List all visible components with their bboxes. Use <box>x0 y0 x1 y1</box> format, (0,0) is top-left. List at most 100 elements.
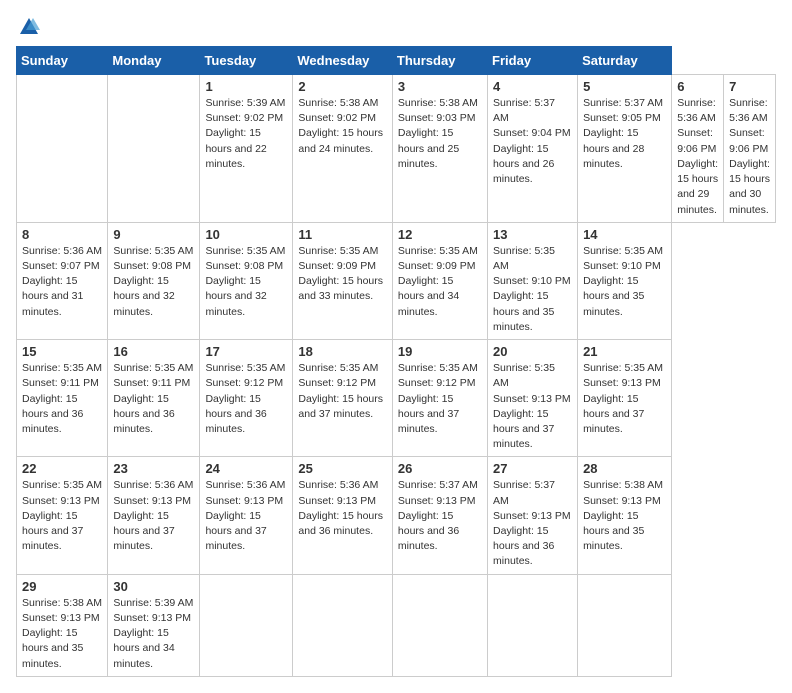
calendar-cell: 23 Sunrise: 5:36 AMSunset: 9:13 PMDaylig… <box>108 457 200 574</box>
day-number: 6 <box>677 79 718 94</box>
calendar-week-row: 8 Sunrise: 5:36 AMSunset: 9:07 PMDayligh… <box>17 222 776 339</box>
day-number: 12 <box>398 227 482 242</box>
day-info: Sunrise: 5:37 AMSunset: 9:13 PMDaylight:… <box>493 479 571 567</box>
header <box>16 16 776 38</box>
day-info: Sunrise: 5:35 AMSunset: 9:13 PMDaylight:… <box>493 362 571 450</box>
day-number: 30 <box>113 579 194 594</box>
day-info: Sunrise: 5:36 AMSunset: 9:13 PMDaylight:… <box>205 479 285 552</box>
day-number: 8 <box>22 227 102 242</box>
calendar-cell <box>488 574 578 676</box>
calendar-cell: 17 Sunrise: 5:35 AMSunset: 9:12 PMDaylig… <box>200 340 293 457</box>
calendar-table: SundayMondayTuesdayWednesdayThursdayFrid… <box>16 46 776 677</box>
calendar-cell: 16 Sunrise: 5:35 AMSunset: 9:11 PMDaylig… <box>108 340 200 457</box>
day-info: Sunrise: 5:38 AMSunset: 9:03 PMDaylight:… <box>398 97 478 170</box>
calendar-cell: 12 Sunrise: 5:35 AMSunset: 9:09 PMDaylig… <box>392 222 487 339</box>
calendar-header-row: SundayMondayTuesdayWednesdayThursdayFrid… <box>17 47 776 75</box>
day-info: Sunrise: 5:35 AMSunset: 9:10 PMDaylight:… <box>583 245 663 318</box>
calendar-cell: 20 Sunrise: 5:35 AMSunset: 9:13 PMDaylig… <box>488 340 578 457</box>
day-info: Sunrise: 5:35 AMSunset: 9:09 PMDaylight:… <box>398 245 478 318</box>
day-number: 24 <box>205 461 287 476</box>
weekday-header: Monday <box>108 47 200 75</box>
calendar-cell <box>108 75 200 223</box>
day-number: 21 <box>583 344 666 359</box>
day-number: 19 <box>398 344 482 359</box>
day-number: 20 <box>493 344 572 359</box>
day-number: 17 <box>205 344 287 359</box>
day-info: Sunrise: 5:35 AMSunset: 9:10 PMDaylight:… <box>493 245 571 333</box>
day-info: Sunrise: 5:37 AMSunset: 9:05 PMDaylight:… <box>583 97 663 170</box>
day-number: 13 <box>493 227 572 242</box>
calendar-cell: 2 Sunrise: 5:38 AMSunset: 9:02 PMDayligh… <box>293 75 393 223</box>
day-info: Sunrise: 5:35 AMSunset: 9:13 PMDaylight:… <box>22 479 102 552</box>
calendar-cell: 7 Sunrise: 5:36 AMSunset: 9:06 PMDayligh… <box>724 75 776 223</box>
day-info: Sunrise: 5:39 AMSunset: 9:02 PMDaylight:… <box>205 97 285 170</box>
day-number: 14 <box>583 227 666 242</box>
day-info: Sunrise: 5:36 AMSunset: 9:06 PMDaylight:… <box>677 97 718 216</box>
calendar-cell: 21 Sunrise: 5:35 AMSunset: 9:13 PMDaylig… <box>578 340 672 457</box>
day-info: Sunrise: 5:36 AMSunset: 9:06 PMDaylight:… <box>729 97 770 216</box>
weekday-header: Friday <box>488 47 578 75</box>
weekday-header: Wednesday <box>293 47 393 75</box>
weekday-header: Saturday <box>578 47 672 75</box>
calendar-body: 1 Sunrise: 5:39 AMSunset: 9:02 PMDayligh… <box>17 75 776 677</box>
day-info: Sunrise: 5:38 AMSunset: 9:13 PMDaylight:… <box>22 597 102 670</box>
calendar-cell: 30 Sunrise: 5:39 AMSunset: 9:13 PMDaylig… <box>108 574 200 676</box>
calendar-cell: 29 Sunrise: 5:38 AMSunset: 9:13 PMDaylig… <box>17 574 108 676</box>
day-info: Sunrise: 5:35 AMSunset: 9:11 PMDaylight:… <box>22 362 102 435</box>
day-number: 4 <box>493 79 572 94</box>
day-number: 15 <box>22 344 102 359</box>
day-info: Sunrise: 5:35 AMSunset: 9:08 PMDaylight:… <box>205 245 285 318</box>
calendar-cell: 19 Sunrise: 5:35 AMSunset: 9:12 PMDaylig… <box>392 340 487 457</box>
day-info: Sunrise: 5:37 AMSunset: 9:04 PMDaylight:… <box>493 97 571 185</box>
calendar-cell: 28 Sunrise: 5:38 AMSunset: 9:13 PMDaylig… <box>578 457 672 574</box>
day-number: 22 <box>22 461 102 476</box>
day-info: Sunrise: 5:35 AMSunset: 9:12 PMDaylight:… <box>298 362 383 420</box>
calendar-cell: 27 Sunrise: 5:37 AMSunset: 9:13 PMDaylig… <box>488 457 578 574</box>
day-info: Sunrise: 5:35 AMSunset: 9:12 PMDaylight:… <box>398 362 478 435</box>
day-info: Sunrise: 5:35 AMSunset: 9:13 PMDaylight:… <box>583 362 663 435</box>
calendar-cell: 22 Sunrise: 5:35 AMSunset: 9:13 PMDaylig… <box>17 457 108 574</box>
calendar-cell: 11 Sunrise: 5:35 AMSunset: 9:09 PMDaylig… <box>293 222 393 339</box>
calendar-cell: 26 Sunrise: 5:37 AMSunset: 9:13 PMDaylig… <box>392 457 487 574</box>
day-number: 10 <box>205 227 287 242</box>
day-number: 7 <box>729 79 770 94</box>
calendar-cell: 25 Sunrise: 5:36 AMSunset: 9:13 PMDaylig… <box>293 457 393 574</box>
day-number: 27 <box>493 461 572 476</box>
calendar-cell: 8 Sunrise: 5:36 AMSunset: 9:07 PMDayligh… <box>17 222 108 339</box>
day-number: 2 <box>298 79 387 94</box>
weekday-header: Sunday <box>17 47 108 75</box>
day-number: 3 <box>398 79 482 94</box>
calendar-cell <box>200 574 293 676</box>
day-info: Sunrise: 5:35 AMSunset: 9:08 PMDaylight:… <box>113 245 193 318</box>
day-number: 25 <box>298 461 387 476</box>
day-info: Sunrise: 5:36 AMSunset: 9:13 PMDaylight:… <box>113 479 193 552</box>
day-info: Sunrise: 5:39 AMSunset: 9:13 PMDaylight:… <box>113 597 193 670</box>
calendar-cell: 5 Sunrise: 5:37 AMSunset: 9:05 PMDayligh… <box>578 75 672 223</box>
day-info: Sunrise: 5:38 AMSunset: 9:02 PMDaylight:… <box>298 97 383 155</box>
calendar-cell: 4 Sunrise: 5:37 AMSunset: 9:04 PMDayligh… <box>488 75 578 223</box>
calendar-cell <box>17 75 108 223</box>
day-number: 26 <box>398 461 482 476</box>
calendar-week-row: 15 Sunrise: 5:35 AMSunset: 9:11 PMDaylig… <box>17 340 776 457</box>
calendar-cell: 15 Sunrise: 5:35 AMSunset: 9:11 PMDaylig… <box>17 340 108 457</box>
weekday-header: Thursday <box>392 47 487 75</box>
day-info: Sunrise: 5:36 AMSunset: 9:07 PMDaylight:… <box>22 245 102 318</box>
day-info: Sunrise: 5:37 AMSunset: 9:13 PMDaylight:… <box>398 479 478 552</box>
calendar-cell: 13 Sunrise: 5:35 AMSunset: 9:10 PMDaylig… <box>488 222 578 339</box>
calendar-cell: 10 Sunrise: 5:35 AMSunset: 9:08 PMDaylig… <box>200 222 293 339</box>
calendar-cell: 24 Sunrise: 5:36 AMSunset: 9:13 PMDaylig… <box>200 457 293 574</box>
weekday-header: Tuesday <box>200 47 293 75</box>
day-number: 18 <box>298 344 387 359</box>
day-info: Sunrise: 5:35 AMSunset: 9:12 PMDaylight:… <box>205 362 285 435</box>
day-number: 11 <box>298 227 387 242</box>
day-number: 29 <box>22 579 102 594</box>
logo <box>16 16 40 38</box>
calendar-week-row: 1 Sunrise: 5:39 AMSunset: 9:02 PMDayligh… <box>17 75 776 223</box>
calendar-cell <box>392 574 487 676</box>
calendar-cell: 14 Sunrise: 5:35 AMSunset: 9:10 PMDaylig… <box>578 222 672 339</box>
day-info: Sunrise: 5:38 AMSunset: 9:13 PMDaylight:… <box>583 479 663 552</box>
day-number: 9 <box>113 227 194 242</box>
calendar-cell: 3 Sunrise: 5:38 AMSunset: 9:03 PMDayligh… <box>392 75 487 223</box>
calendar-cell: 6 Sunrise: 5:36 AMSunset: 9:06 PMDayligh… <box>672 75 724 223</box>
day-number: 5 <box>583 79 666 94</box>
